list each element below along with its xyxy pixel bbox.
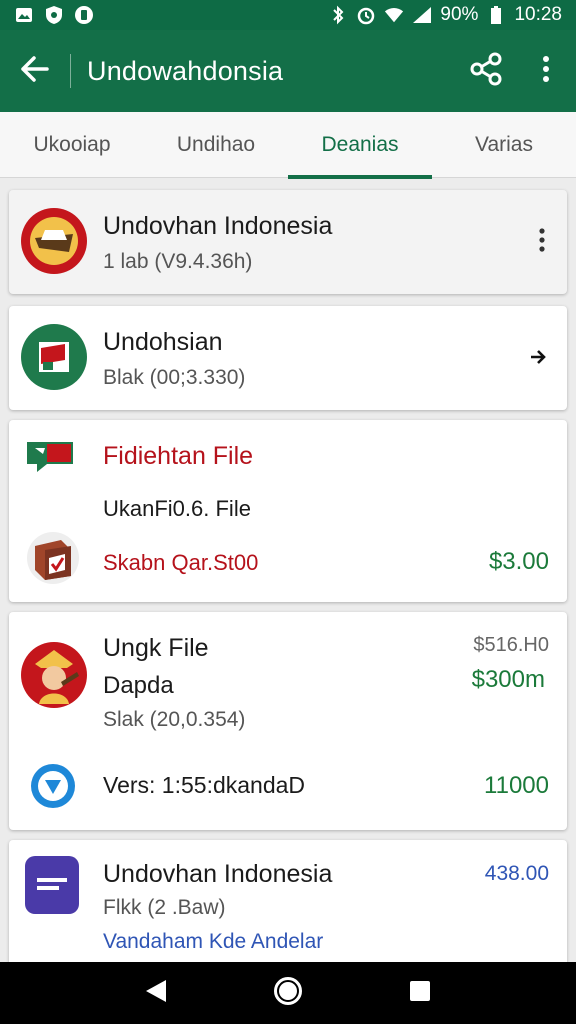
wifi-icon: [384, 5, 404, 25]
item-price: 438.00: [484, 862, 549, 885]
share-button[interactable]: [456, 30, 516, 112]
circle-icon: [74, 5, 94, 25]
nav-recents-button[interactable]: [390, 963, 450, 1023]
arrow-right-icon[interactable]: [529, 348, 547, 371]
overflow-menu-button[interactable]: [516, 30, 576, 112]
arrow-left-icon: [21, 55, 49, 87]
file-card[interactable]: Fidiehtan File UkanFi0.6. File Skabn Qar…: [9, 420, 567, 602]
tab-deanias[interactable]: Deanias: [288, 112, 432, 179]
battery-percent: 90%: [440, 4, 479, 25]
home-circle-icon: [273, 976, 303, 1011]
back-button[interactable]: [0, 30, 70, 112]
item-link[interactable]: Vandaham Kde Andelar: [103, 930, 323, 954]
file-price: $3.00: [488, 548, 549, 575]
item-subtitle: Flkk (2 .Baw): [103, 896, 226, 919]
item-title: Undohsian: [103, 328, 223, 356]
list-item[interactable]: Undohsian Blak (00;3.330): [9, 306, 567, 410]
item-subtitle: Slak (20,0.354): [103, 708, 246, 731]
shield-icon: [44, 5, 64, 25]
back-triangle-icon: [144, 978, 168, 1009]
flag-badge-icon: [21, 324, 87, 390]
status-bar: 90% 10:28: [0, 0, 576, 30]
tab-bar: Ukooiap Undihao Deanias Varias: [0, 112, 576, 179]
version-value: 11000: [484, 772, 549, 799]
file-tag-icon: [25, 440, 75, 479]
flag-emblem-icon: [21, 208, 87, 274]
package-box-icon: [25, 530, 81, 591]
tab-undihao[interactable]: Undihao: [144, 112, 288, 178]
item-title: Undovhan Indonesia: [103, 860, 333, 888]
system-nav-bar: [0, 962, 576, 1024]
appbar-divider: [70, 54, 71, 88]
item-title: Ungk File: [103, 634, 209, 662]
price-secondary: $516.H0: [473, 634, 549, 656]
version-label: Vers: 1:55:dkandaD: [103, 772, 306, 798]
tab-varias[interactable]: Varias: [432, 112, 576, 178]
more-vert-icon: [542, 55, 550, 88]
file-card[interactable]: Ungk File Dapda Slak (20,0.354) $516.H0 …: [9, 612, 567, 830]
message-app-icon: [23, 854, 81, 921]
recents-square-icon: [409, 980, 431, 1007]
nav-home-button[interactable]: [258, 963, 318, 1023]
file-header: Fidiehtan File: [103, 442, 254, 470]
price-primary: $300m: [471, 666, 545, 693]
item-subtitle: Blak (00;3.330): [103, 366, 246, 389]
image-icon: [14, 5, 34, 25]
alarm-icon: [356, 5, 376, 25]
list-item[interactable]: Undovhan Indonesia Flkk (2 .Baw) Vandaha…: [9, 840, 567, 974]
list-item[interactable]: Undovhan Indonesia 1 lab (V9.4.36h): [9, 190, 567, 294]
file-line-label: Skabn Qar.St00: [103, 550, 259, 575]
person-avatar-icon: [21, 642, 87, 708]
app-bar: Undowahdonsia: [0, 30, 576, 112]
file-name: UkanFi0.6. File: [103, 496, 251, 521]
item-title: Undovhan Indonesia: [103, 212, 333, 240]
item-line2: Dapda: [103, 672, 174, 699]
nav-back-button[interactable]: [126, 963, 186, 1023]
item-subtitle: 1 lab (V9.4.36h): [103, 250, 253, 273]
bluetooth-icon: [328, 5, 348, 25]
tab-ukooiap[interactable]: Ukooiap: [0, 112, 144, 178]
clock-badge-icon: [25, 758, 81, 819]
clock: 10:28: [514, 4, 562, 25]
share-icon: [469, 52, 503, 91]
page-title: Undowahdonsia: [87, 55, 284, 86]
more-vert-icon[interactable]: [539, 228, 545, 257]
battery-icon: [486, 5, 506, 25]
signal-icon: [412, 5, 432, 25]
